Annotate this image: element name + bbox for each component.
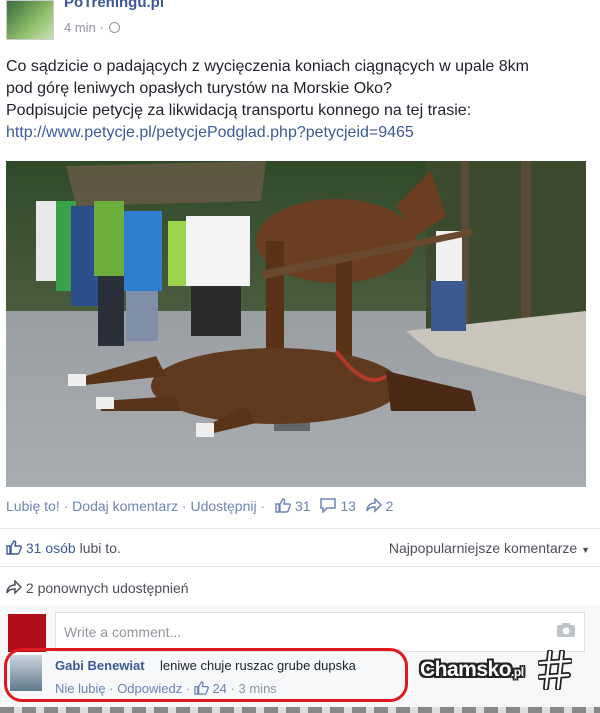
post-time[interactable]: 4 min · [64,20,104,35]
post-text-line: Podpisujcie petycję za likwidacją transp… [6,102,472,119]
shares-stat[interactable]: 2 [366,498,394,514]
post-actions: Lubię to! · Dodaj komentarz · Udostępnij… [6,498,393,514]
separator: · [63,498,69,514]
comment-link[interactable]: Dodaj komentarz [72,498,178,514]
like-link[interactable]: Lubię to! [6,498,60,514]
watermark-brand: Chamsko [420,658,512,681]
share-arrow-icon [6,580,22,595]
likes-summary[interactable]: 31 osób lubi to. [6,540,121,556]
comments-count: 13 [340,498,356,514]
page-avatar[interactable] [6,0,54,40]
thumbs-up-icon [275,498,291,513]
separator: · [260,498,266,514]
likes-stat[interactable]: 31 [275,498,314,514]
post-text-line: Co sądzicie o padających z wycięczenia k… [6,58,529,75]
separator: · [181,498,187,514]
globe-icon [109,22,121,33]
divider [0,566,600,567]
watermark-suffix: .pl [511,665,524,679]
petition-link[interactable]: http://www.petycje.pl/petycjePodglad.php… [6,122,591,144]
share-link[interactable]: Udostępnij [190,498,256,514]
likes-count: 31 [294,498,311,514]
red-highlight-circle [4,648,408,702]
camera-icon[interactable] [556,622,576,638]
post-meta: 4 min · [64,20,121,35]
sort-label: Najpopularniejsze komentarze [388,540,578,556]
shares-summary[interactable]: 2 ponownych udostępnień [6,580,189,596]
watermark: Chamsko.pl [420,650,580,694]
divider [0,528,600,529]
comment-sort[interactable]: Najpopularniejsze komentarze ▼ [389,540,590,556]
page-name[interactable]: PoTreningu.pl [64,0,164,11]
comment-bubble-icon [320,498,337,513]
post-text-line: pod górę leniwych opasłych turystów na M… [6,80,392,97]
likes-people[interactable]: 31 osób [26,540,76,556]
next-post-preview [0,707,600,713]
share-arrow-icon [366,498,382,513]
shares-text: 2 ponownych udostępnień [25,580,189,596]
post-photo[interactable] [6,161,586,487]
thumbs-up-icon [6,540,22,555]
hashtag-icon [538,650,572,690]
caret-down-icon: ▼ [581,545,590,555]
comments-stat[interactable]: 13 [320,498,359,514]
post-header: PoTreningu.pl 4 min · [0,0,600,44]
likes-suffix: lubi to. [79,540,121,556]
photo-fallen-horse [6,161,586,487]
shares-count: 2 [385,498,394,514]
post-text: Co sądzicie o padających z wycięczenia k… [6,56,591,144]
watermark-logo: Chamsko.pl [420,658,524,682]
